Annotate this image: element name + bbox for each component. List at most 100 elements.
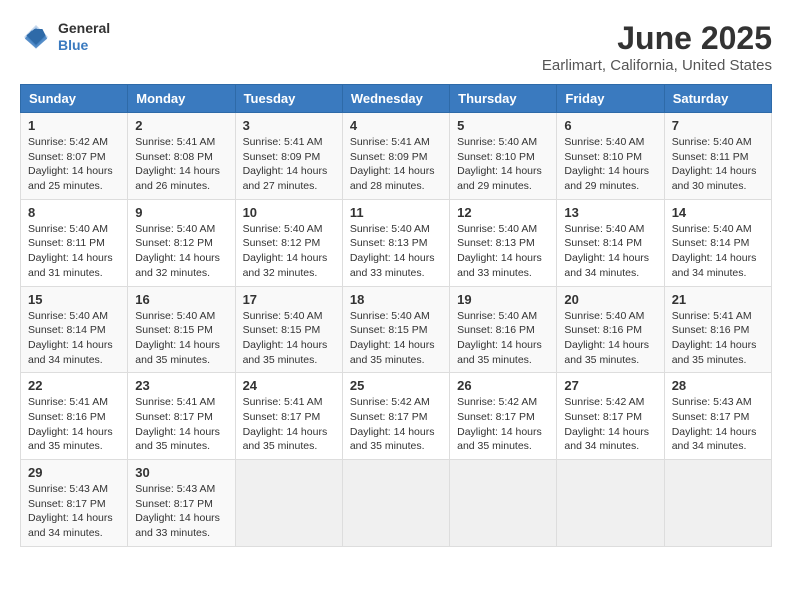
day-header-sunday: Sunday <box>21 85 128 113</box>
day-info: Sunrise: 5:42 AM Sunset: 8:07 PM Dayligh… <box>28 136 113 192</box>
day-info: Sunrise: 5:40 AM Sunset: 8:11 PM Dayligh… <box>28 223 113 279</box>
day-number: 30 <box>135 465 227 480</box>
day-number: 14 <box>672 205 764 220</box>
day-info: Sunrise: 5:40 AM Sunset: 8:15 PM Dayligh… <box>135 310 220 366</box>
calendar-table: SundayMondayTuesdayWednesdayThursdayFrid… <box>20 84 772 547</box>
day-info: Sunrise: 5:41 AM Sunset: 8:17 PM Dayligh… <box>135 396 220 452</box>
day-number: 19 <box>457 292 549 307</box>
day-number: 17 <box>243 292 335 307</box>
day-number: 13 <box>564 205 656 220</box>
day-number: 15 <box>28 292 120 307</box>
week-row-2: 8 Sunrise: 5:40 AM Sunset: 8:11 PM Daylig… <box>21 199 772 286</box>
day-info: Sunrise: 5:40 AM Sunset: 8:10 PM Dayligh… <box>564 136 649 192</box>
logo: General Blue <box>20 20 110 54</box>
day-header-saturday: Saturday <box>664 85 771 113</box>
day-info: Sunrise: 5:40 AM Sunset: 8:12 PM Dayligh… <box>243 223 328 279</box>
day-cell: 10 Sunrise: 5:40 AM Sunset: 8:12 PM Dayli… <box>235 199 342 286</box>
day-number: 20 <box>564 292 656 307</box>
day-number: 10 <box>243 205 335 220</box>
day-cell: 6 Sunrise: 5:40 AM Sunset: 8:10 PM Daylig… <box>557 113 664 200</box>
day-cell: 12 Sunrise: 5:40 AM Sunset: 8:13 PM Dayli… <box>450 199 557 286</box>
day-number: 6 <box>564 118 656 133</box>
day-info: Sunrise: 5:42 AM Sunset: 8:17 PM Dayligh… <box>350 396 435 452</box>
logo-general: General <box>58 20 110 37</box>
week-row-4: 22Sunrise: 5:41 AM Sunset: 8:16 PM Dayli… <box>21 373 772 460</box>
day-info: Sunrise: 5:40 AM Sunset: 8:13 PM Dayligh… <box>350 223 435 279</box>
day-info: Sunrise: 5:40 AM Sunset: 8:16 PM Dayligh… <box>457 310 542 366</box>
day-cell <box>664 460 771 547</box>
calendar-title: June 2025 <box>542 20 772 57</box>
day-cell: 9 Sunrise: 5:40 AM Sunset: 8:12 PM Daylig… <box>128 199 235 286</box>
day-header-wednesday: Wednesday <box>342 85 449 113</box>
day-cell: 21Sunrise: 5:41 AM Sunset: 8:16 PM Dayli… <box>664 286 771 373</box>
day-number: 18 <box>350 292 442 307</box>
day-number: 27 <box>564 378 656 393</box>
logo-blue: Blue <box>58 37 110 54</box>
day-cell: 18 Sunrise: 5:40 AM Sunset: 8:15 PM Dayli… <box>342 286 449 373</box>
day-info: Sunrise: 5:40 AM Sunset: 8:11 PM Dayligh… <box>672 136 757 192</box>
day-number: 12 <box>457 205 549 220</box>
day-cell: 29Sunrise: 5:43 AM Sunset: 8:17 PM Dayli… <box>21 460 128 547</box>
day-cell: 30 Sunrise: 5:43 AM Sunset: 8:17 PM Dayli… <box>128 460 235 547</box>
day-cell: 23Sunrise: 5:41 AM Sunset: 8:17 PM Dayli… <box>128 373 235 460</box>
day-cell: 27 Sunrise: 5:42 AM Sunset: 8:17 PM Dayli… <box>557 373 664 460</box>
day-cell: 26 Sunrise: 5:42 AM Sunset: 8:17 PM Dayli… <box>450 373 557 460</box>
day-info: Sunrise: 5:41 AM Sunset: 8:17 PM Dayligh… <box>243 396 328 452</box>
day-cell: 5Sunrise: 5:40 AM Sunset: 8:10 PM Daylig… <box>450 113 557 200</box>
day-cell: 24 Sunrise: 5:41 AM Sunset: 8:17 PM Dayli… <box>235 373 342 460</box>
day-number: 8 <box>28 205 120 220</box>
day-header-monday: Monday <box>128 85 235 113</box>
day-number: 16 <box>135 292 227 307</box>
logo-text: General Blue <box>58 20 110 54</box>
day-number: 28 <box>672 378 764 393</box>
day-cell: 3 Sunrise: 5:41 AM Sunset: 8:09 PM Daylig… <box>235 113 342 200</box>
day-header-friday: Friday <box>557 85 664 113</box>
day-cell: 28Sunrise: 5:43 AM Sunset: 8:17 PM Dayli… <box>664 373 771 460</box>
day-cell <box>450 460 557 547</box>
day-cell: 4Sunrise: 5:41 AM Sunset: 8:09 PM Daylig… <box>342 113 449 200</box>
day-info: Sunrise: 5:42 AM Sunset: 8:17 PM Dayligh… <box>457 396 542 452</box>
week-row-3: 15 Sunrise: 5:40 AM Sunset: 8:14 PM Dayli… <box>21 286 772 373</box>
day-info: Sunrise: 5:41 AM Sunset: 8:09 PM Dayligh… <box>350 136 435 192</box>
day-info: Sunrise: 5:40 AM Sunset: 8:14 PM Dayligh… <box>672 223 757 279</box>
day-info: Sunrise: 5:40 AM Sunset: 8:14 PM Dayligh… <box>28 310 113 366</box>
day-info: Sunrise: 5:40 AM Sunset: 8:14 PM Dayligh… <box>564 223 649 279</box>
day-cell: 22Sunrise: 5:41 AM Sunset: 8:16 PM Dayli… <box>21 373 128 460</box>
day-info: Sunrise: 5:40 AM Sunset: 8:15 PM Dayligh… <box>350 310 435 366</box>
day-cell: 2Sunrise: 5:41 AM Sunset: 8:08 PM Daylig… <box>128 113 235 200</box>
day-cell <box>342 460 449 547</box>
day-cell: 13 Sunrise: 5:40 AM Sunset: 8:14 PM Dayli… <box>557 199 664 286</box>
day-number: 2 <box>135 118 227 133</box>
day-number: 25 <box>350 378 442 393</box>
day-info: Sunrise: 5:40 AM Sunset: 8:15 PM Dayligh… <box>243 310 328 366</box>
day-info: Sunrise: 5:42 AM Sunset: 8:17 PM Dayligh… <box>564 396 649 452</box>
day-cell: 7Sunrise: 5:40 AM Sunset: 8:11 PM Daylig… <box>664 113 771 200</box>
title-area: June 2025 Earlimart, California, United … <box>542 20 772 74</box>
week-row-1: 1 Sunrise: 5:42 AM Sunset: 8:07 PM Daylig… <box>21 113 772 200</box>
day-number: 9 <box>135 205 227 220</box>
day-cell: 14 Sunrise: 5:40 AM Sunset: 8:14 PM Dayli… <box>664 199 771 286</box>
day-info: Sunrise: 5:41 AM Sunset: 8:16 PM Dayligh… <box>672 310 757 366</box>
days-header-row: SundayMondayTuesdayWednesdayThursdayFrid… <box>21 85 772 113</box>
day-cell: 1 Sunrise: 5:42 AM Sunset: 8:07 PM Daylig… <box>21 113 128 200</box>
day-number: 11 <box>350 205 442 220</box>
day-cell: 19 Sunrise: 5:40 AM Sunset: 8:16 PM Dayli… <box>450 286 557 373</box>
day-cell: 16 Sunrise: 5:40 AM Sunset: 8:15 PM Dayli… <box>128 286 235 373</box>
day-cell: 25 Sunrise: 5:42 AM Sunset: 8:17 PM Dayli… <box>342 373 449 460</box>
day-info: Sunrise: 5:41 AM Sunset: 8:09 PM Dayligh… <box>243 136 328 192</box>
day-info: Sunrise: 5:43 AM Sunset: 8:17 PM Dayligh… <box>135 483 220 539</box>
day-number: 3 <box>243 118 335 133</box>
day-cell: 8 Sunrise: 5:40 AM Sunset: 8:11 PM Daylig… <box>21 199 128 286</box>
day-header-thursday: Thursday <box>450 85 557 113</box>
logo-icon <box>20 21 52 53</box>
day-cell: 20Sunrise: 5:40 AM Sunset: 8:16 PM Dayli… <box>557 286 664 373</box>
day-number: 1 <box>28 118 120 133</box>
day-cell: 15 Sunrise: 5:40 AM Sunset: 8:14 PM Dayli… <box>21 286 128 373</box>
calendar-subtitle: Earlimart, California, United States <box>542 57 772 74</box>
day-info: Sunrise: 5:40 AM Sunset: 8:13 PM Dayligh… <box>457 223 542 279</box>
day-number: 26 <box>457 378 549 393</box>
week-row-5: 29Sunrise: 5:43 AM Sunset: 8:17 PM Dayli… <box>21 460 772 547</box>
day-number: 22 <box>28 378 120 393</box>
day-info: Sunrise: 5:40 AM Sunset: 8:12 PM Dayligh… <box>135 223 220 279</box>
day-number: 24 <box>243 378 335 393</box>
